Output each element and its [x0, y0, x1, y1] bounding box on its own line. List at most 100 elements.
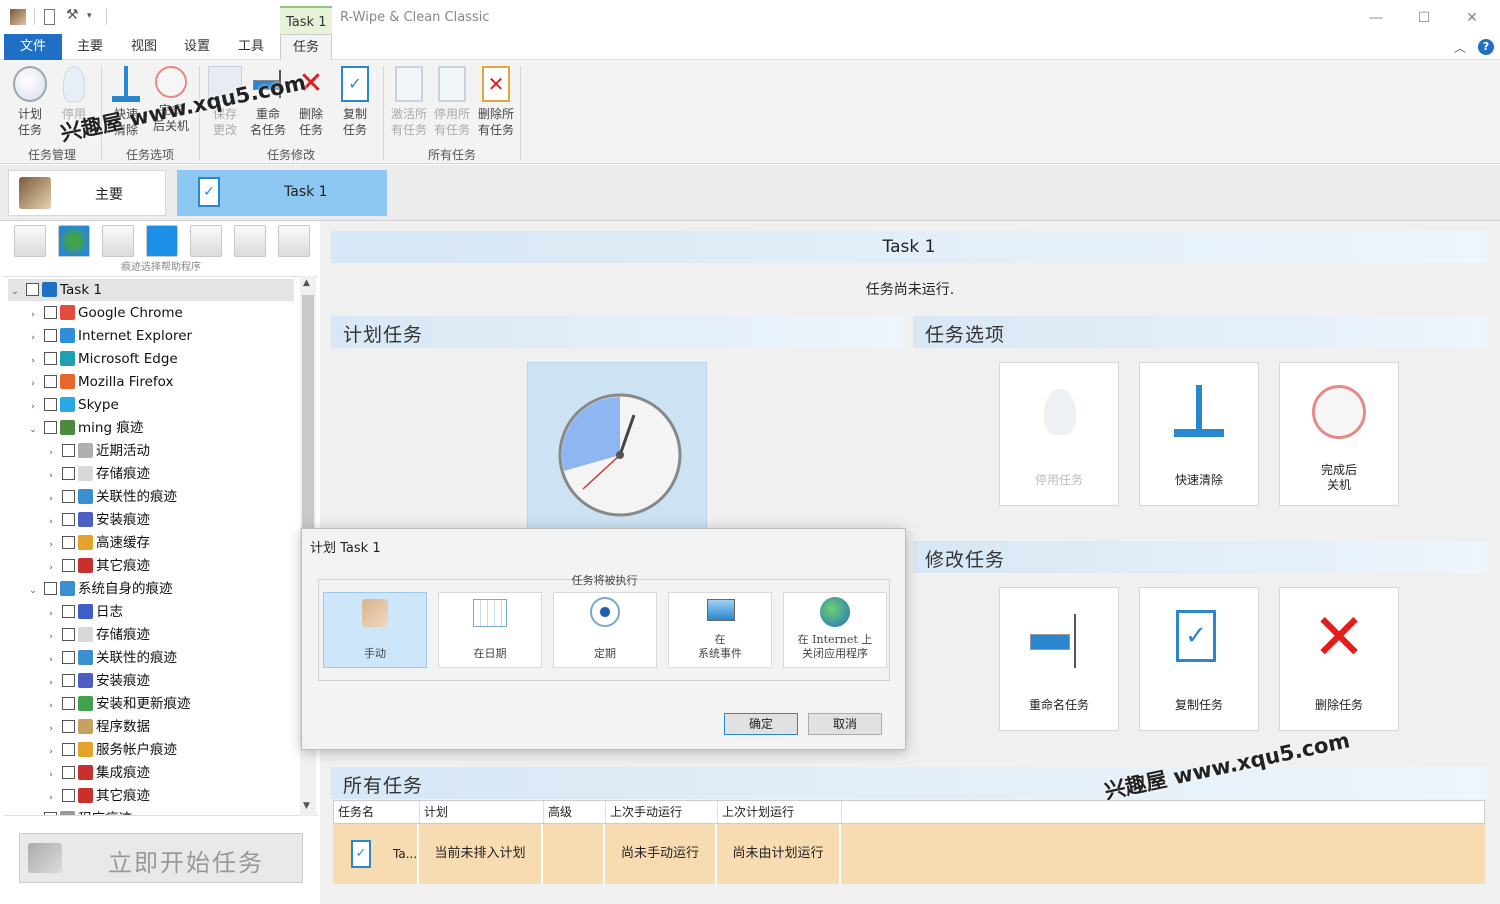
tree-item-checkbox[interactable]	[26, 282, 39, 296]
tree-item-checkbox[interactable]	[62, 673, 75, 687]
tree-item[interactable]: › 其它痕迹	[44, 785, 150, 807]
chevron-right-icon[interactable]: ›	[44, 695, 58, 717]
tree-item-checkbox[interactable]	[62, 696, 75, 710]
files-helper-icon[interactable]	[190, 225, 222, 257]
chevron-right-icon[interactable]: ›	[44, 488, 58, 510]
tree-item-checkbox[interactable]	[62, 466, 75, 480]
tree-item-checkbox[interactable]	[62, 535, 75, 549]
tab-tools[interactable]: 工具	[231, 34, 271, 60]
schedule-task-button[interactable]: 计划 任务	[9, 66, 51, 138]
tree-item-checkbox[interactable]	[44, 305, 57, 319]
internet-helper-icon[interactable]	[58, 225, 90, 257]
delete-all-button[interactable]: ✕ 删除所 有任务	[475, 66, 517, 138]
tree-item[interactable]: › 高速缓存	[44, 532, 150, 554]
chevron-right-icon[interactable]: ›	[44, 511, 58, 533]
tree-item-checkbox[interactable]	[44, 328, 57, 342]
chevron-right-icon[interactable]: ›	[44, 442, 58, 464]
tab-settings[interactable]: 设置	[177, 34, 217, 60]
tree-item[interactable]: › Skype	[26, 394, 119, 416]
copy-task-button[interactable]: ✓ 复制 任务	[334, 66, 376, 138]
doc-tab-task[interactable]: ✓ Task 1	[177, 170, 387, 216]
scroll-down-icon[interactable]: ▼	[303, 801, 310, 811]
shutdown-after-card[interactable]: 完成后 关机	[1279, 362, 1399, 506]
windows-helper-icon[interactable]	[146, 225, 178, 257]
tree-item[interactable]: › Google Chrome	[26, 302, 183, 324]
option-periodic[interactable]: 定期	[553, 592, 657, 668]
tree-item-checkbox[interactable]	[62, 788, 75, 802]
tree-item-checkbox[interactable]	[62, 558, 75, 572]
chevron-down-icon[interactable]: ⌄	[26, 419, 40, 441]
chevron-down-icon[interactable]: ⌄	[26, 580, 40, 602]
chevron-right-icon[interactable]: ›	[26, 373, 40, 395]
copy-task-card[interactable]: ✓ 复制任务	[1139, 587, 1259, 731]
chevron-right-icon[interactable]: ›	[44, 626, 58, 648]
doc-tab-home[interactable]: 主要	[8, 170, 166, 216]
tree-item[interactable]: › 安装痕迹	[44, 509, 150, 531]
maximize-button[interactable]: ☐	[1414, 8, 1434, 28]
chevron-right-icon[interactable]: ›	[44, 672, 58, 694]
option-system-event[interactable]: 在 系统事件	[668, 592, 772, 668]
tree-item[interactable]: › 存储痕迹	[44, 624, 150, 646]
tree-item-checkbox[interactable]	[62, 604, 75, 618]
tree-item[interactable]: › 存储痕迹	[44, 463, 150, 485]
tree-item-checkbox[interactable]	[62, 489, 75, 503]
tree-item[interactable]: › 近期活动	[44, 440, 150, 462]
tree-item[interactable]: › 集成痕迹	[44, 762, 150, 784]
tools-icon[interactable]: ⚒	[66, 7, 82, 23]
minimize-button[interactable]: —	[1366, 8, 1386, 28]
close-button[interactable]: ✕	[1462, 8, 1482, 28]
chevron-right-icon[interactable]: ›	[26, 304, 40, 326]
tree-item-checkbox[interactable]	[44, 420, 57, 434]
tree-item-checkbox[interactable]	[44, 811, 57, 815]
ok-button[interactable]: 确定	[724, 713, 798, 735]
delete-task-card[interactable]: ✕ 删除任务	[1279, 587, 1399, 731]
search-helper-icon[interactable]	[14, 225, 46, 257]
tree-item-checkbox[interactable]	[62, 627, 75, 641]
tree-item[interactable]: ⌄ ming 痕迹	[26, 417, 143, 439]
tree-item[interactable]: › 其它痕迹	[44, 555, 150, 577]
tree-item[interactable]: › 关联性的痕迹	[44, 486, 177, 508]
tree-item-checkbox[interactable]	[62, 512, 75, 526]
app-icon[interactable]	[10, 9, 26, 25]
tab-file[interactable]: 文件	[4, 34, 62, 60]
col-advanced[interactable]: 高级	[544, 801, 606, 823]
tree-item[interactable]: › Internet Explorer	[26, 325, 192, 347]
tab-view[interactable]: 视图	[124, 34, 164, 60]
chevron-right-icon[interactable]: ›	[44, 603, 58, 625]
chevron-right-icon[interactable]: ›	[26, 327, 40, 349]
option-on-date[interactable]: 在日期	[438, 592, 542, 668]
tree-item-checkbox[interactable]	[62, 443, 75, 457]
chevron-right-icon[interactable]: ›	[44, 465, 58, 487]
start-task-now-button[interactable]: 立即开始任务	[19, 833, 303, 883]
settings-helper-icon[interactable]	[278, 225, 310, 257]
chevron-right-icon[interactable]: ›	[44, 534, 58, 556]
disable-all-button[interactable]: 停用所 有任务	[431, 66, 473, 138]
tree-item[interactable]: › Microsoft Edge	[26, 348, 178, 370]
tree-item[interactable]: › 关联性的痕迹	[44, 647, 177, 669]
tree-item-checkbox[interactable]	[62, 742, 75, 756]
activate-all-button[interactable]: 激活所 有任务	[388, 66, 430, 138]
tree-item-checkbox[interactable]	[44, 351, 57, 365]
option-internet-close[interactable]: 在 Internet 上 关闭应用程序	[783, 592, 887, 668]
chevron-right-icon[interactable]: ›	[26, 810, 40, 815]
chevron-right-icon[interactable]: ›	[44, 649, 58, 671]
col-last-manual-run[interactable]: 上次手动运行	[606, 801, 718, 823]
tree-item[interactable]: ⌄ 系统自身的痕迹	[26, 578, 173, 600]
tree-item[interactable]: ⌄ Task 1	[8, 279, 294, 301]
qat-dropdown-icon[interactable]: ▾	[87, 11, 103, 27]
tree-item-checkbox[interactable]	[62, 719, 75, 733]
chevron-right-icon[interactable]: ›	[44, 718, 58, 740]
chevron-right-icon[interactable]: ›	[44, 787, 58, 809]
chevron-right-icon[interactable]: ›	[26, 350, 40, 372]
col-schedule[interactable]: 计划	[420, 801, 544, 823]
quick-clean-card[interactable]: 快速清除	[1139, 362, 1259, 506]
tree-item[interactable]: › 程序痕迹	[26, 808, 132, 815]
option-manual[interactable]: 手动	[323, 592, 427, 668]
tree-item[interactable]: › Mozilla Firefox	[26, 371, 174, 393]
tree-item-checkbox[interactable]	[44, 397, 57, 411]
tab-home[interactable]: 主要	[70, 34, 110, 60]
chevron-right-icon[interactable]: ›	[26, 396, 40, 418]
tree-item[interactable]: › 安装和更新痕迹	[44, 693, 191, 715]
tree-item[interactable]: › 日志	[44, 601, 123, 623]
help-icon[interactable]: ?	[1478, 39, 1494, 55]
